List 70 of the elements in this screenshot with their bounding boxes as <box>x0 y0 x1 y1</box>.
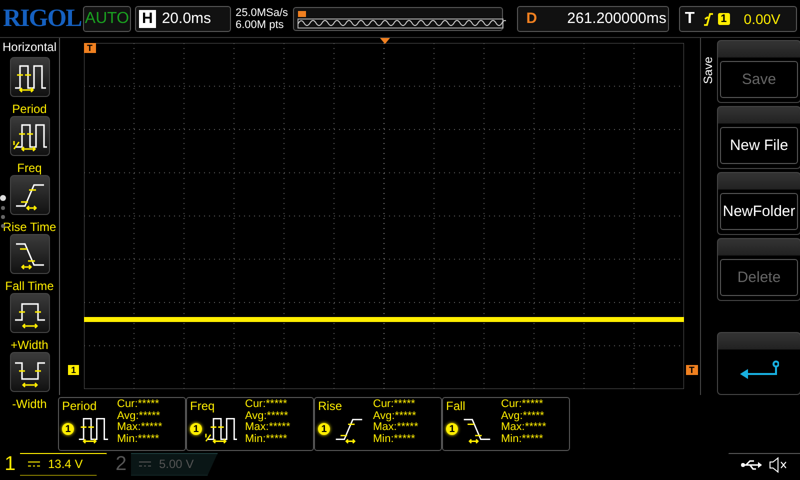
statistic-text: Cur:***** <box>117 399 160 410</box>
delay-box[interactable]: D 261.200000ms <box>517 6 669 32</box>
statistic-text: Avg:***** <box>501 410 544 422</box>
timebase-box[interactable]: H 20.0ms <box>135 6 232 32</box>
logo: RIGOL <box>3 4 79 32</box>
statistic-text: Max:***** <box>373 422 418 434</box>
mute-icon <box>768 457 788 473</box>
channel-number: 2 <box>114 452 128 476</box>
vertical-scale: 5.00 V <box>159 457 194 471</box>
menu-title: Horizontal <box>2 40 57 54</box>
statistic-text: Cur:***** <box>501 399 544 410</box>
measure-button[interactable] <box>10 293 50 333</box>
statistic-text: Min:***** <box>373 434 416 445</box>
vertical-scale: 13.4 V <box>48 457 83 471</box>
trigger-marker: T <box>84 43 96 53</box>
trigger-label: T <box>684 10 695 28</box>
channel-number: 1 <box>3 452 17 476</box>
delay-value: 261.200000ms <box>567 10 666 27</box>
measure-button[interactable] <box>10 352 50 392</box>
measure-label: Freq <box>17 161 42 175</box>
measure-button[interactable] <box>10 175 50 215</box>
softkey[interactable]: New File <box>717 106 800 169</box>
trigger-box[interactable]: T 1 0.00V <box>678 6 797 32</box>
measurement-name: Period <box>62 399 98 413</box>
source-badge: 1 <box>318 423 330 435</box>
measure-label: -Width <box>12 397 47 411</box>
trigger-level-marker[interactable]: T <box>686 365 698 375</box>
statistic-text: Avg:***** <box>245 410 288 422</box>
measure-label: +Width <box>10 338 48 352</box>
memory-depth: 6.00M pts <box>235 18 285 30</box>
statistic-text: Min:***** <box>501 434 544 445</box>
trigger-position-icon <box>298 10 306 16</box>
softkey[interactable]: NewFolder <box>717 172 800 235</box>
menu-title: Save <box>701 56 715 84</box>
source-badge: 1 <box>446 423 458 435</box>
delay-label: D <box>526 10 538 27</box>
timebase-value: 20.0ms <box>162 10 212 27</box>
statistic-text: Avg:***** <box>373 410 416 422</box>
statistic-text: Avg:***** <box>117 410 160 422</box>
measure-button[interactable] <box>10 234 50 274</box>
source-badge: 1 <box>190 423 202 435</box>
measure-label: Fall Time <box>5 279 54 293</box>
usb-icon <box>741 459 763 471</box>
horizontal-label: H <box>139 10 156 28</box>
measure-label: Rise Time <box>2 220 56 234</box>
statistic-text: Max:***** <box>501 422 546 434</box>
measurement-name: Freq <box>190 399 216 413</box>
statistic-text: Max:***** <box>117 422 162 434</box>
trigger-source: 1 <box>718 12 730 24</box>
softkey[interactable] <box>717 332 800 395</box>
trigger-level: 0.00V <box>744 10 780 26</box>
statistic-text: Cur:***** <box>245 399 288 410</box>
measurement-name: Rise <box>318 399 344 413</box>
statistic-text: Min:***** <box>117 434 160 445</box>
trigger-position-icon <box>380 38 390 44</box>
statistic-text: Max:***** <box>245 422 290 434</box>
measure-button[interactable] <box>10 116 50 156</box>
run-status[interactable]: AUTO <box>83 6 131 32</box>
measure-label: Period <box>12 102 47 116</box>
channel-marker[interactable]: 1 <box>68 365 80 375</box>
statistic-text: Min:***** <box>245 434 288 445</box>
measure-button[interactable] <box>10 57 50 97</box>
statistic-text: Cur:***** <box>373 399 416 410</box>
sample-rate: 25.0MSa/s <box>235 6 289 18</box>
measurement-name: Fall <box>446 399 466 413</box>
source-badge: 1 <box>62 423 74 435</box>
dc-coupling-icon <box>139 461 151 467</box>
rising-edge-icon <box>702 12 713 26</box>
dc-coupling-icon <box>28 461 40 467</box>
return-arrow-icon <box>739 360 779 382</box>
